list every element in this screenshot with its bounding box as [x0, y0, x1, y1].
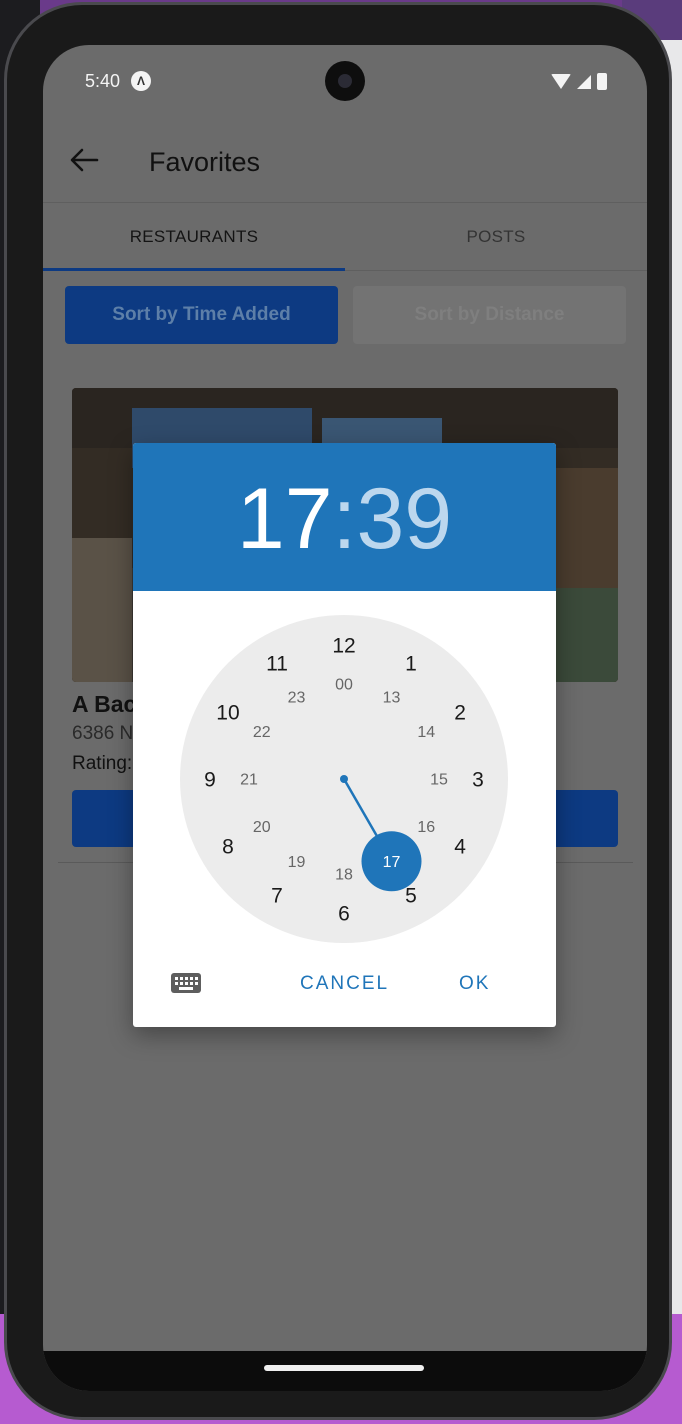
gesture-bar[interactable] — [264, 1365, 424, 1371]
phone-screen: 5:40 Λ Favorites RESTAURANTS POSTS Sort … — [43, 45, 647, 1391]
tab-bar: RESTAURANTS POSTS — [43, 203, 647, 271]
time-minute[interactable]: 39 — [356, 471, 452, 567]
clock-hour-6[interactable]: 6 — [338, 902, 350, 925]
clock-hour-14[interactable]: 14 — [417, 724, 435, 741]
clock-hour-8[interactable]: 8 — [222, 835, 234, 858]
clock-hour-00[interactable]: 00 — [335, 677, 353, 694]
clock-hour-22[interactable]: 22 — [253, 724, 271, 741]
clock-hour-4[interactable]: 4 — [454, 835, 466, 858]
clock-hour-9[interactable]: 9 — [204, 768, 216, 791]
arrow-left-icon[interactable] — [69, 147, 99, 173]
status-time: 5:40 — [85, 71, 121, 91]
clock-center-dot — [340, 775, 348, 783]
clock-hour-19[interactable]: 19 — [288, 854, 306, 871]
keyboard-icon[interactable] — [171, 973, 201, 993]
dialog-actions: CANCEL OK — [133, 963, 556, 1027]
clock-hour-15[interactable]: 15 — [430, 772, 448, 789]
clock-hour-21[interactable]: 21 — [240, 772, 258, 789]
clock-hour-1[interactable]: 1 — [405, 652, 417, 675]
status-bar: 5:40 Λ — [43, 45, 647, 117]
clock-hour-2[interactable]: 2 — [454, 701, 466, 724]
time-picker-dialog: 17:39 12 1 2 3 4 5 6 7 8 9 10 11 00 13 14 15 16 17 18 19 20 2… — [133, 443, 556, 1027]
tab-posts[interactable]: POSTS — [345, 203, 647, 270]
clock-hour-17[interactable]: 17 — [383, 854, 401, 871]
clock-hour-20[interactable]: 20 — [253, 819, 271, 836]
sort-by-time-added-button[interactable]: Sort by Time Added — [65, 286, 338, 344]
time-display: 17:39 — [133, 469, 556, 569]
time-separator: : — [332, 471, 357, 567]
sort-by-distance-button[interactable]: Sort by Distance — [353, 286, 626, 344]
clock-hour-23[interactable]: 23 — [288, 689, 306, 706]
time-hour[interactable]: 17 — [237, 471, 333, 567]
battery-icon — [597, 73, 607, 90]
clock-hour-5[interactable]: 5 — [405, 884, 417, 907]
cancel-button[interactable]: CANCEL — [300, 973, 389, 995]
time-picker-header: 17:39 — [133, 443, 556, 591]
clock-face[interactable]: 12 1 2 3 4 5 6 7 8 9 10 11 00 13 14 15 16 17 18 19 20 21 22 23 — [180, 615, 508, 943]
clock-hour-12[interactable]: 12 — [332, 634, 355, 657]
ok-button[interactable]: OK — [459, 973, 490, 995]
app-notification-icon: Λ — [131, 71, 151, 91]
restaurant-rating-label: Rating: — [72, 753, 133, 774]
navigation-area — [43, 1351, 647, 1391]
status-icons — [551, 73, 607, 90]
clock-hour-16[interactable]: 16 — [417, 819, 435, 836]
wifi-icon — [551, 74, 571, 89]
restaurant-address: 6386 N — [72, 723, 134, 744]
clock-hour-18[interactable]: 18 — [335, 867, 353, 884]
app-header: Favorites — [43, 117, 647, 203]
clock-hour-13[interactable]: 13 — [383, 689, 401, 706]
clock-hour-7[interactable]: 7 — [271, 884, 283, 907]
clock-dial[interactable]: 121234567891011001314151617181920212223 — [180, 615, 508, 943]
clock-hour-3[interactable]: 3 — [472, 768, 484, 791]
signal-icon — [577, 74, 591, 89]
clock-hour-11[interactable]: 11 — [266, 652, 288, 675]
tab-restaurants[interactable]: RESTAURANTS — [43, 203, 345, 271]
restaurant-name: A Bac — [72, 691, 137, 717]
page-title: Favorites — [149, 147, 261, 177]
camera-cutout — [325, 61, 365, 101]
phone-frame: 5:40 Λ Favorites RESTAURANTS POSTS Sort … — [4, 2, 672, 1420]
clock-hour-10[interactable]: 10 — [216, 701, 239, 724]
